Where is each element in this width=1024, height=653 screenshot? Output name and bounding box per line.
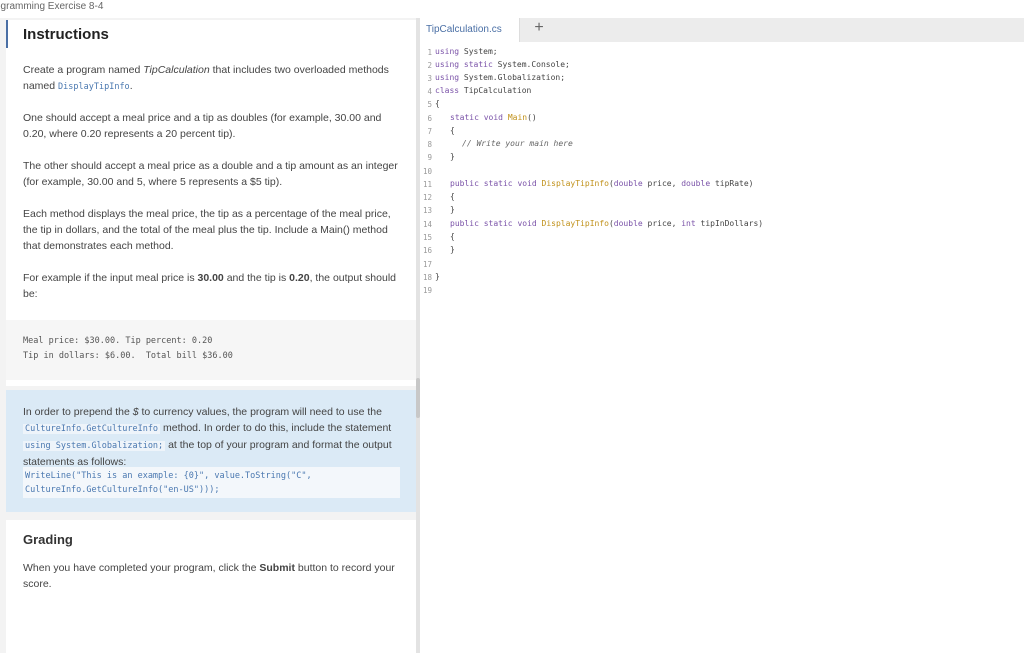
code-token: price, <box>642 219 682 228</box>
code-token: { <box>435 99 440 108</box>
code-line[interactable]: } <box>435 272 440 281</box>
note-text: In order to prepend the $ to currency va… <box>23 404 403 470</box>
type-keyword: double <box>613 179 643 188</box>
keyword: static <box>450 113 479 122</box>
window-title: ogramming Exercise 8-4 <box>0 1 104 12</box>
code-token: System.Console; <box>492 60 570 69</box>
keyword: using <box>435 60 460 69</box>
function-name: DisplayTipInfo <box>536 179 609 188</box>
submit-emphasis: Submit <box>259 562 295 574</box>
keyword: class <box>435 86 460 95</box>
code-line[interactable]: using static System.Console; <box>435 60 570 69</box>
format-code-block: WriteLine("This is an example: {0}", val… <box>23 467 400 498</box>
instructions-panel[interactable]: Instructions Create a program named TipC… <box>0 18 416 653</box>
grading-section: Grading When you have completed your pro… <box>6 520 416 653</box>
text: In order to prepend the <box>23 406 133 418</box>
keyword: using <box>435 47 460 56</box>
code-token: { <box>450 192 455 201</box>
paragraph-program-name: Create a program named TipCalculation th… <box>23 62 403 95</box>
code-line[interactable]: } <box>450 205 455 214</box>
keyword: static <box>459 60 493 69</box>
code-token: () <box>527 113 537 122</box>
code-token: { <box>450 126 455 135</box>
code-line[interactable]: { <box>450 192 455 201</box>
code-token: } <box>435 272 440 281</box>
code-line[interactable]: { <box>435 99 440 108</box>
example-output-block: Meal price: $30.00. Tip percent: 0.20 Ti… <box>6 320 416 380</box>
text: . <box>129 80 133 92</box>
paragraph-first-method: One should accept a meal price and a tip… <box>23 112 382 140</box>
type-keyword: double <box>681 179 711 188</box>
code-line[interactable]: public static void DisplayTipInfo(double… <box>450 179 754 188</box>
class-name-emphasis: TipCalculation <box>143 64 210 76</box>
code-editor[interactable]: TipCalculation.cs + 1 2 3 4 5 6 7 8 9 10… <box>420 18 1024 653</box>
keyword: public <box>450 219 479 228</box>
instructions-header: Instructions <box>6 20 416 48</box>
meal-price-value: 30.00 <box>197 272 224 284</box>
example-line: Meal price: $30.00. Tip percent: 0.20 <box>23 336 213 346</box>
code-line[interactable]: public static void DisplayTipInfo(double… <box>450 219 763 228</box>
code-token: System; <box>459 47 498 56</box>
tab-tipcalculation-cs[interactable]: TipCalculation.cs <box>420 18 520 42</box>
text: to currency values, the program will nee… <box>138 406 382 418</box>
paragraph-example-intro: For example if the input meal price is 3… <box>23 270 403 302</box>
instructions-heading: Instructions <box>23 26 109 43</box>
code-line: WriteLine("This is an example: {0}", val… <box>25 471 312 481</box>
type-keyword: double <box>613 219 643 228</box>
text: For example if the input meal price is <box>23 272 198 284</box>
title-bar: ogramming Exercise 8-4 <box>0 0 1024 18</box>
code-line[interactable]: { <box>450 232 455 241</box>
add-file-button[interactable]: + <box>532 19 546 37</box>
paragraph-display: Each method displays the meal price, the… <box>23 208 391 252</box>
keyword: static <box>478 179 513 188</box>
text: When you have completed your program, cl… <box>23 562 260 574</box>
code-line[interactable]: using System.Globalization; <box>435 73 565 82</box>
method-name-code: CultureInfo.GetCultureInfo <box>23 424 161 434</box>
code-token: } <box>450 205 455 214</box>
code-line[interactable]: { <box>450 126 455 135</box>
comment: // Write your main here <box>462 139 573 148</box>
text: Create a program named <box>23 64 144 76</box>
keyword: void <box>512 219 537 228</box>
code-token: System.Globalization; <box>459 73 566 82</box>
example-line: Tip in dollars: $6.00. Total bill $36.00 <box>23 351 233 361</box>
paragraph-second-method: The other should accept a meal price as … <box>23 160 398 188</box>
keyword: void <box>478 113 503 122</box>
tip-value: 0.20 <box>289 272 310 284</box>
text: method. In order to do this, include the… <box>160 422 392 434</box>
code-line[interactable]: static void Main() <box>450 113 537 122</box>
keyword: public <box>450 179 479 188</box>
using-statement-code: using System.Globalization; <box>23 441 166 451</box>
editor-tab-bar: TipCalculation.cs + <box>420 18 1024 42</box>
code-token: tipInDollars) <box>695 219 764 228</box>
code-token: } <box>450 152 455 161</box>
code-token: { <box>450 232 455 241</box>
keyword: static <box>478 219 513 228</box>
code-line[interactable]: // Write your main here <box>462 139 573 148</box>
code-line[interactable]: } <box>450 152 455 161</box>
code-text-area[interactable]: using System; using static System.Consol… <box>420 42 1024 653</box>
code-token: } <box>450 245 455 254</box>
code-line: CultureInfo.GetCultureInfo("en-US"))); <box>25 485 220 495</box>
method-name-code: DisplayTipInfo <box>58 82 130 92</box>
code-token: TipCalculation <box>459 86 532 95</box>
function-name: Main <box>503 113 528 122</box>
grading-heading: Grading <box>23 532 73 547</box>
function-name: DisplayTipInfo <box>536 219 609 228</box>
code-line[interactable]: } <box>450 245 455 254</box>
example-output: Meal price: $30.00. Tip percent: 0.20 Ti… <box>23 334 233 364</box>
tab-label: TipCalculation.cs <box>426 24 502 35</box>
culture-info-note: In order to prepend the $ to currency va… <box>6 390 416 512</box>
text: and the tip is <box>223 272 290 284</box>
keyword: void <box>512 179 537 188</box>
keyword: using <box>435 73 460 82</box>
code-token: price, <box>642 179 682 188</box>
code-line[interactable]: using System; <box>435 47 498 56</box>
grading-text: When you have completed your program, cl… <box>23 560 403 592</box>
type-keyword: int <box>681 219 696 228</box>
code-line[interactable]: class TipCalculation <box>435 86 531 95</box>
code-token: tipRate) <box>710 179 754 188</box>
